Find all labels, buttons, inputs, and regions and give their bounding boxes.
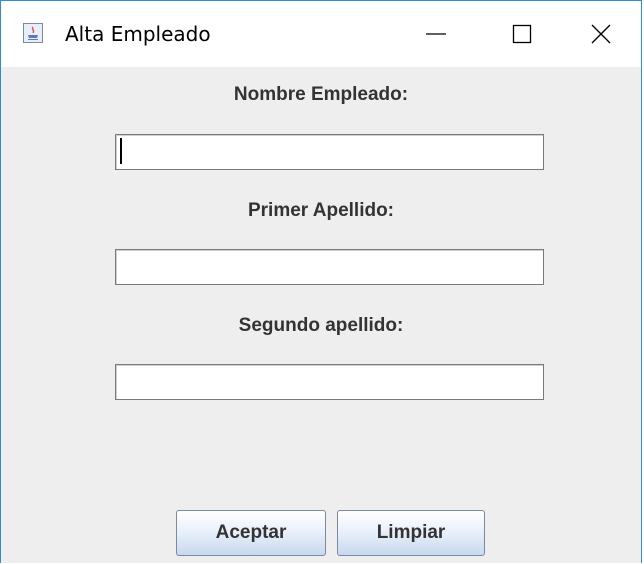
minimize-icon: [426, 33, 446, 35]
alta-empleado-window: Alta Empleado Nombre Empleado: Primer Ap…: [0, 0, 642, 563]
close-icon: [591, 24, 611, 44]
segundo-apellido-label: Segundo apellido:: [238, 315, 404, 336]
nombre-empleado-label: Nombre Empleado:: [233, 84, 409, 105]
maximize-icon: [512, 24, 532, 44]
title-bar[interactable]: Alta Empleado: [1, 1, 641, 67]
window-title: Alta Empleado: [65, 22, 211, 46]
java-app-icon: [23, 23, 43, 43]
minimize-button[interactable]: [393, 1, 479, 67]
close-button[interactable]: [559, 1, 641, 67]
aceptar-button[interactable]: Aceptar: [176, 510, 326, 556]
primer-apellido-label: Primer Apellido:: [247, 200, 395, 221]
maximize-button[interactable]: [479, 1, 565, 67]
segundo-apellido-input[interactable]: [115, 364, 544, 400]
text-caret: [120, 138, 122, 164]
form-panel: Nombre Empleado: Primer Apellido: Segund…: [1, 67, 641, 563]
limpiar-button[interactable]: Limpiar: [337, 510, 485, 556]
primer-apellido-input[interactable]: [115, 249, 544, 285]
nombre-empleado-input[interactable]: [115, 134, 544, 170]
